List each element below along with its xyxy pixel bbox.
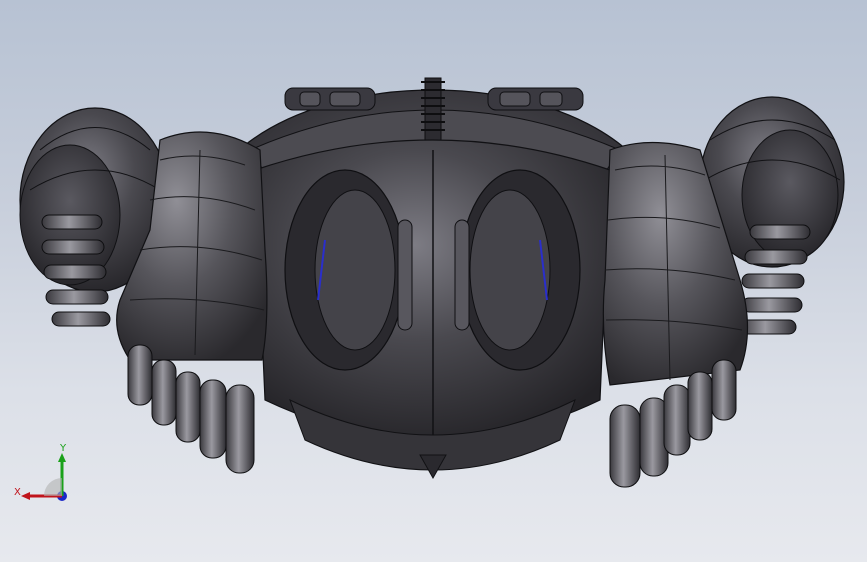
y-axis-label: Y <box>59 443 67 454</box>
y-axis-arrow <box>58 453 66 462</box>
top-hinge-right <box>487 87 584 111</box>
top-hinge-left <box>284 87 376 111</box>
x-axis-arrow <box>21 492 30 500</box>
orientation-triad[interactable]: Y X <box>14 440 74 510</box>
central-torso <box>254 139 611 480</box>
x-axis-label: X <box>14 487 21 498</box>
graphics-viewport[interactable]: Y X <box>0 0 867 562</box>
left-hand-fingers <box>127 344 255 474</box>
robot-3d-model[interactable] <box>0 0 867 562</box>
xy-plane-wedge <box>44 478 62 496</box>
